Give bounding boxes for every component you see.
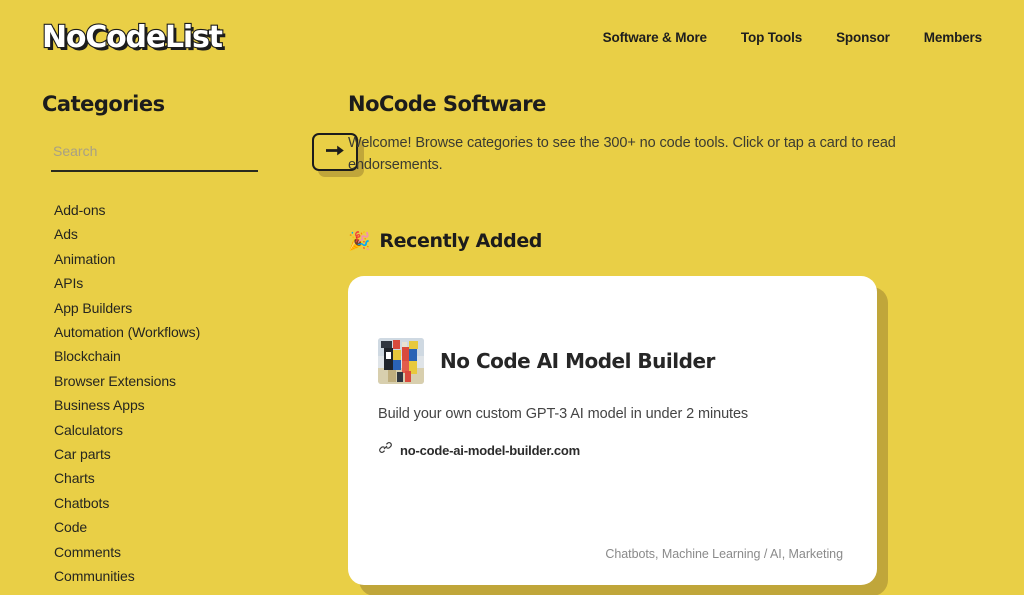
tool-card-wrapper: No Code AI Model Builder Build your own … [348,276,888,595]
card-header: No Code AI Model Builder [378,338,843,384]
category-item-add-ons[interactable]: Add-ons [42,198,332,222]
card-url[interactable]: no-code-ai-model-builder.com [400,443,580,458]
category-item-comments[interactable]: Comments [42,540,332,564]
category-item-blockchain[interactable]: Blockchain [42,344,332,368]
category-item-communities[interactable]: Communities [42,564,332,588]
main-navigation: Software & More Top Tools Sponsor Member… [603,30,983,45]
category-item-app-builders[interactable]: App Builders [42,296,332,320]
nav-item-software-and-more[interactable]: Software & More [603,30,707,45]
category-item-crm[interactable]: CRM [42,589,332,595]
main-content: NoCode Software Welcome! Browse categori… [348,92,988,595]
link-chain-icon [378,440,393,460]
category-item-animation[interactable]: Animation [42,247,332,271]
category-item-code[interactable]: Code [42,515,332,539]
card-description: Build your own custom GPT-3 AI model in … [378,406,749,422]
page-root: NoCodeList Software & More Top Tools Spo… [0,0,1024,595]
recently-added-heading: 🎉 Recently Added [348,230,988,252]
category-item-browser-extensions[interactable]: Browser Extensions [42,369,332,393]
search-input[interactable] [51,136,258,172]
nav-item-top-tools[interactable]: Top Tools [741,30,802,45]
category-item-car-parts[interactable]: Car parts [42,442,332,466]
category-item-chatbots[interactable]: Chatbots [42,491,332,515]
party-popper-emoji: 🎉 [348,231,371,251]
card-tags: Chatbots, Machine Learning / AI, Marketi… [605,547,843,561]
categories-sidebar: Categories Add-ons Ads Animation APIs Ap… [42,92,364,595]
arrow-right-icon [325,144,345,160]
category-item-business-apps[interactable]: Business Apps [42,393,332,417]
category-list: Add-ons Ads Animation APIs App Builders … [42,198,332,595]
category-search-row [42,133,364,184]
page-title: NoCode Software [348,92,546,116]
card-title: No Code AI Model Builder [440,348,715,373]
product-thumbnail [378,338,424,384]
nav-item-members[interactable]: Members [924,30,982,45]
category-item-automation-workflows[interactable]: Automation (Workflows) [42,320,332,344]
site-logo[interactable]: NoCodeList [41,19,224,56]
sidebar-title: Categories [42,92,165,116]
category-item-apis[interactable]: APIs [42,271,332,295]
card-link-row[interactable]: no-code-ai-model-builder.com [378,440,843,460]
category-item-ads[interactable]: Ads [42,222,332,246]
section-title: Recently Added [379,230,543,252]
intro-text: Welcome! Browse categories to see the 30… [348,135,896,173]
site-header: NoCodeList Software & More Top Tools Spo… [0,0,1024,76]
category-item-calculators[interactable]: Calculators [42,418,332,442]
tool-card[interactable]: No Code AI Model Builder Build your own … [348,276,877,585]
nav-item-sponsor[interactable]: Sponsor [836,30,890,45]
category-item-charts[interactable]: Charts [42,466,332,490]
